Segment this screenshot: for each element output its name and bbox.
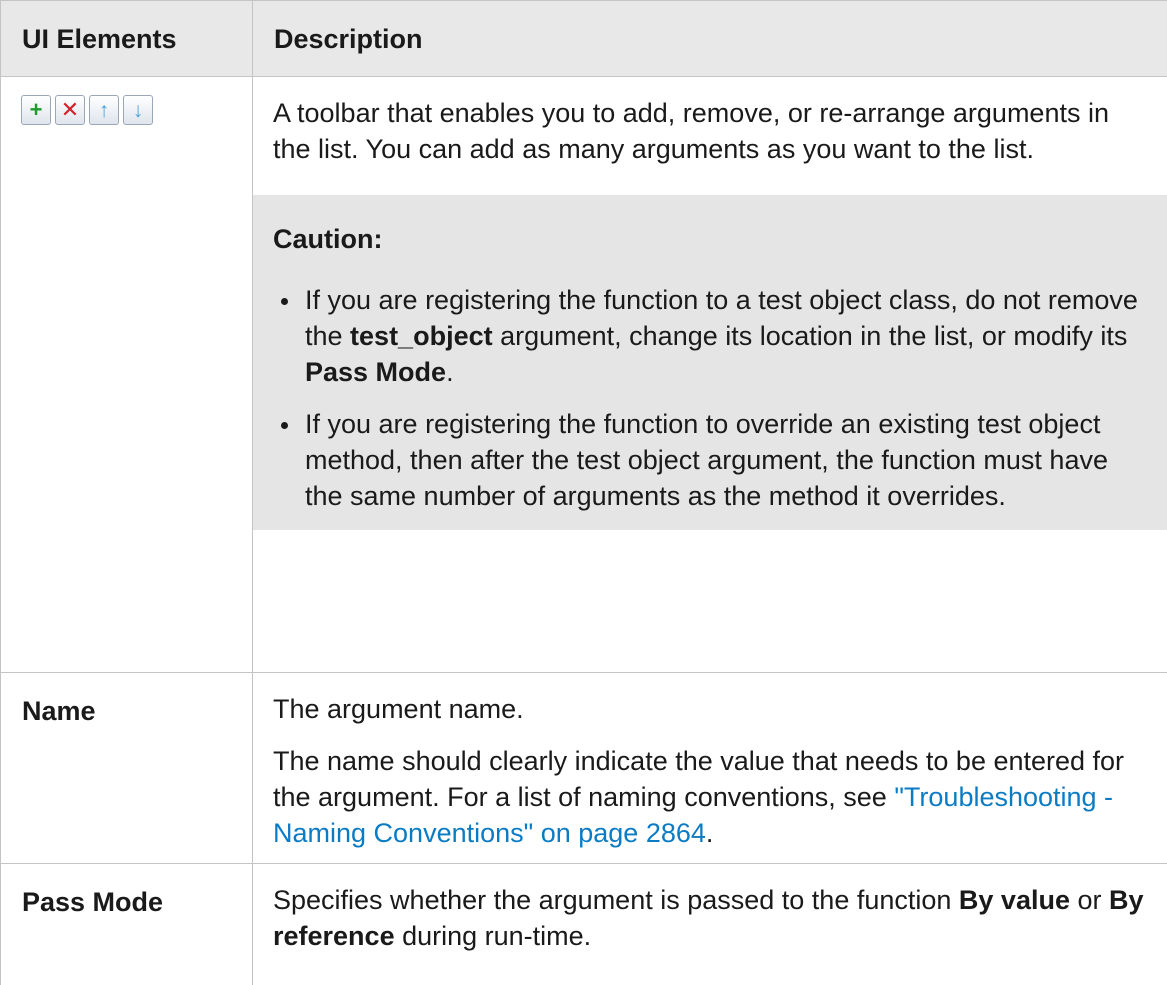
name-text-end: . [705,818,714,848]
bullet-icon [281,298,288,305]
name-description-cell: The argument name. The name should clear… [252,672,1167,864]
list-item: If you are registering the function to o… [273,406,1149,514]
caution-title: Caution: [273,224,383,254]
pass-mode-text: during run-time. [394,921,592,951]
table-row-pass-mode: Pass Mode Specifies whether the argument… [0,863,1167,985]
arrow-down-icon[interactable]: ↓ [123,95,153,125]
table-header-row: UI Elements Description [0,0,1167,77]
caution-text: . [446,357,454,387]
caution-text: If you are registering the function to o… [305,409,1108,511]
toolbar-description: A toolbar that enables you to add, remov… [273,98,1109,164]
toolbar-description-cell: A toolbar that enables you to add, remov… [252,76,1167,673]
plus-icon[interactable]: + [21,95,51,125]
caution-bold-test-object: test_object [350,321,493,351]
name-description-1: The argument name. [273,694,524,724]
argument-toolbar: + ✕ ↑ ↓ [1,77,252,125]
name-label-cell: Name [0,672,253,864]
pass-mode-text: Specifies whether the argument is passed… [273,885,959,915]
pass-mode-description: Specifies whether the argument is passed… [273,882,1153,954]
ui-elements-table: UI Elements Description + ✕ ↑ ↓ A toolba… [0,0,1167,985]
pass-mode-description-cell: Specifies whether the argument is passed… [252,863,1167,985]
bullet-icon [281,422,288,429]
pass-mode-text: or [1069,885,1109,915]
pass-mode-bold-by-value: By value [958,885,1070,915]
pass-mode-label-cell: Pass Mode [0,863,253,985]
caution-bold-pass-mode: Pass Mode [305,357,447,387]
list-item: If you are registering the function to a… [273,282,1149,390]
pass-mode-label: Pass Mode [22,887,164,917]
remove-x-icon[interactable]: ✕ [55,95,85,125]
caution-text: argument, change its location in the lis… [492,321,1128,351]
table-row-toolbar: + ✕ ↑ ↓ A toolbar that enables you to ad… [0,76,1167,673]
table-row-name: Name The argument name. The name should … [0,672,1167,864]
arrow-up-icon[interactable]: ↑ [89,95,119,125]
caution-list: If you are registering the function to a… [273,282,1149,514]
name-description-2: The name should clearly indicate the val… [273,743,1153,851]
toolbar-cell: + ✕ ↑ ↓ [0,76,253,673]
header-description: Description [252,0,1167,77]
name-label: Name [22,696,96,726]
header-ui-elements: UI Elements [0,0,253,77]
caution-box: Caution: If you are registering the func… [253,195,1167,530]
